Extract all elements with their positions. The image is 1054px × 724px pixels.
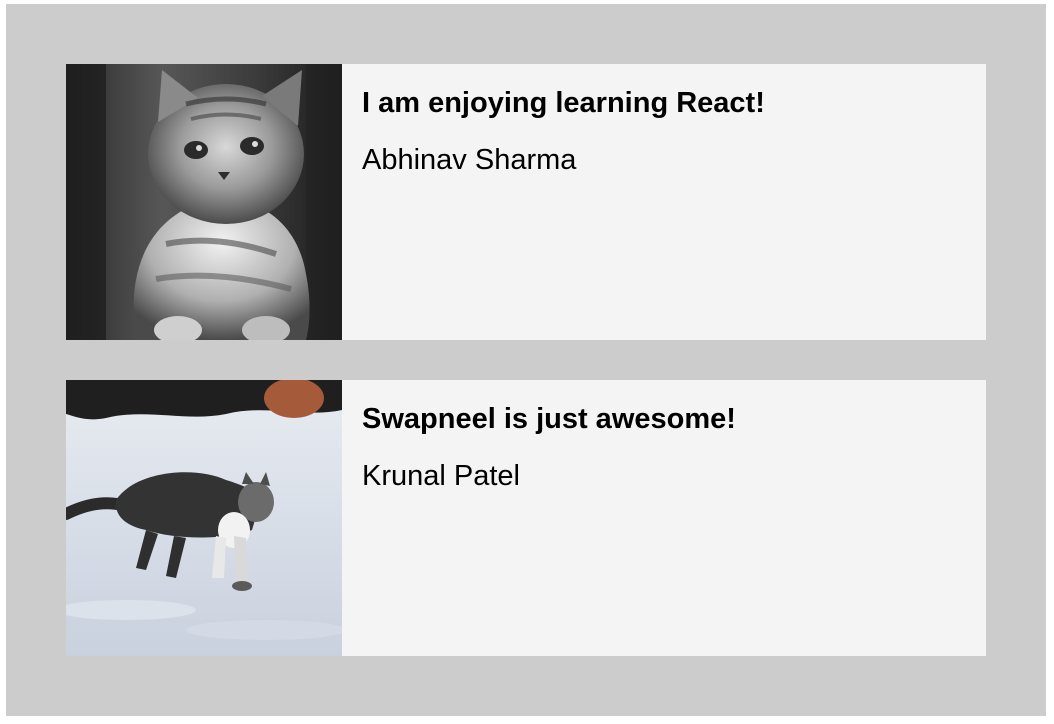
comment-text: I am enjoying learning React! bbox=[362, 87, 765, 119]
page-container: I am enjoying learning React! Abhinav Sh… bbox=[6, 4, 1046, 716]
comment-author: Abhinav Sharma bbox=[362, 144, 577, 176]
comment-card: I am enjoying learning React! Abhinav Sh… bbox=[66, 64, 986, 340]
comment-text: Swapneel is just awesome! bbox=[362, 403, 736, 435]
comment-card: Swapneel is just awesome! Krunal Patel bbox=[66, 380, 986, 656]
cat-in-snow-photo bbox=[66, 380, 342, 656]
kitten-photo bbox=[66, 64, 342, 340]
comment-author: Krunal Patel bbox=[362, 460, 520, 492]
